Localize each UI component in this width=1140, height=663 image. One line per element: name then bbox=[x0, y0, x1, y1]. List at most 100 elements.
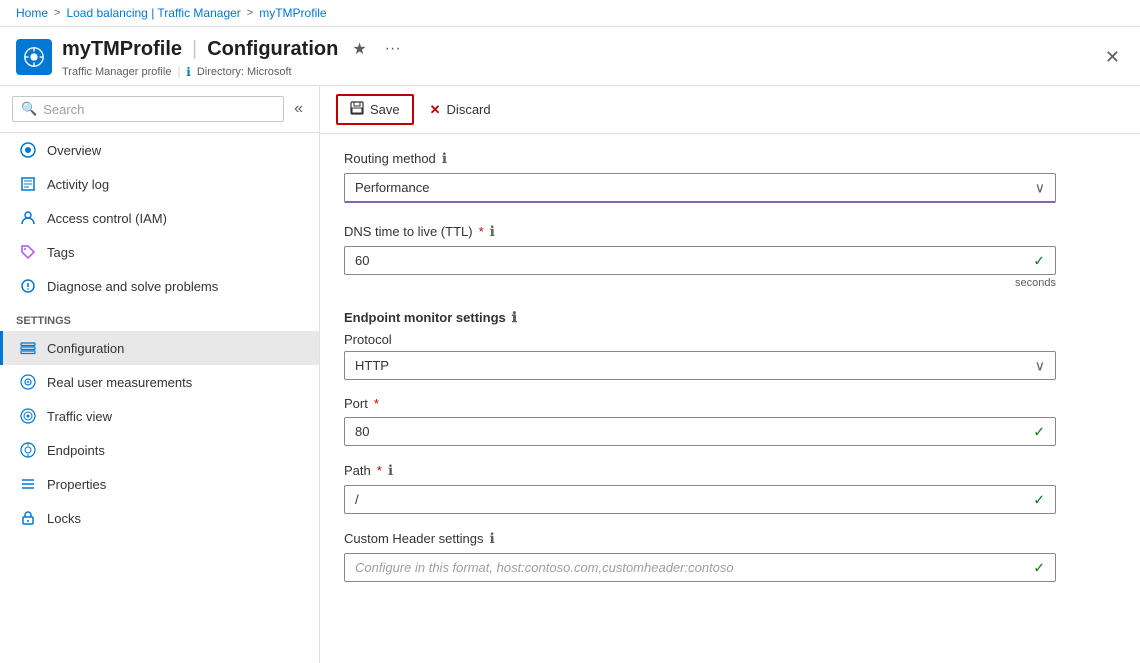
dns-ttl-group: DNS time to live (TTL) * ℹ ✓ seconds bbox=[344, 223, 1056, 289]
sidebar-item-diagnose[interactable]: Diagnose and solve problems bbox=[0, 269, 319, 303]
configuration-icon bbox=[19, 339, 37, 357]
custom-header-input-wrapper: ✓ bbox=[344, 553, 1056, 582]
locks-icon bbox=[19, 509, 37, 527]
save-icon bbox=[350, 101, 364, 118]
search-input[interactable] bbox=[43, 102, 275, 117]
sidebar-item-iam-label: Access control (IAM) bbox=[47, 211, 167, 226]
page-title-main: myTMProfile | Configuration ★ ··· bbox=[62, 35, 405, 63]
directory-info-icon: ℹ bbox=[186, 65, 191, 79]
dns-ttl-required: * bbox=[479, 224, 484, 239]
sidebar-item-properties-label: Properties bbox=[47, 477, 106, 492]
title-block: myTMProfile | Configuration ★ ··· Traffi… bbox=[62, 35, 405, 79]
sidebar-item-overview[interactable]: Overview bbox=[0, 133, 319, 167]
path-required: * bbox=[377, 463, 382, 478]
sidebar-item-diagnose-label: Diagnose and solve problems bbox=[47, 279, 218, 294]
sidebar-item-traffic-view[interactable]: Traffic view bbox=[0, 399, 319, 433]
path-label-text: Path bbox=[344, 463, 371, 478]
path-input[interactable] bbox=[345, 486, 1055, 513]
endpoint-monitor-label: Endpoint monitor settings ℹ bbox=[344, 309, 1056, 326]
properties-icon bbox=[19, 475, 37, 493]
sidebar-item-properties[interactable]: Properties bbox=[0, 467, 319, 501]
resource-name: myTMProfile bbox=[62, 38, 182, 61]
close-button[interactable]: ✕ bbox=[1101, 43, 1124, 72]
dns-ttl-info-icon[interactable]: ℹ bbox=[490, 223, 495, 240]
dns-ttl-hint: seconds bbox=[344, 277, 1056, 289]
sidebar-item-real-user[interactable]: Real user measurements bbox=[0, 365, 319, 399]
traffic-view-icon bbox=[19, 407, 37, 425]
port-label-text: Port bbox=[344, 396, 368, 411]
breadcrumb-sep2: > bbox=[247, 7, 253, 19]
endpoints-icon bbox=[19, 441, 37, 459]
custom-header-input[interactable] bbox=[345, 554, 1055, 581]
real-user-icon bbox=[19, 373, 37, 391]
endpoint-monitor-group: Endpoint monitor settings ℹ Protocol HTT… bbox=[344, 309, 1056, 582]
sidebar-nav: Overview Activity log Access control (IA… bbox=[0, 133, 319, 663]
save-label: Save bbox=[370, 102, 400, 117]
routing-method-info-icon[interactable]: ℹ bbox=[442, 150, 447, 167]
protocol-select-wrapper: HTTP HTTPS TCP ∨ bbox=[344, 351, 1056, 380]
save-button[interactable]: Save bbox=[336, 94, 414, 125]
dns-ttl-label: DNS time to live (TTL) * ℹ bbox=[344, 223, 1056, 240]
path-group: Path * ℹ ✓ bbox=[344, 462, 1056, 514]
sidebar-item-tags[interactable]: Tags bbox=[0, 235, 319, 269]
activity-log-icon bbox=[19, 175, 37, 193]
discard-icon: ✕ bbox=[430, 102, 441, 118]
sidebar: 🔍 « Overview Activity log bbox=[0, 86, 320, 663]
dns-ttl-input[interactable] bbox=[345, 247, 1055, 274]
sidebar-item-overview-label: Overview bbox=[47, 143, 101, 158]
sidebar-item-tags-label: Tags bbox=[47, 245, 74, 260]
more-button[interactable]: ··· bbox=[381, 36, 405, 62]
discard-button[interactable]: ✕ Discard bbox=[418, 97, 503, 123]
sidebar-item-endpoints-label: Endpoints bbox=[47, 443, 105, 458]
dns-ttl-check-icon: ✓ bbox=[1033, 252, 1045, 269]
breadcrumb-profile[interactable]: myTMProfile bbox=[259, 6, 326, 20]
page-subtitle: Traffic Manager profile | ℹ Directory: M… bbox=[62, 65, 405, 79]
favorite-button[interactable]: ★ bbox=[348, 35, 370, 63]
search-icon: 🔍 bbox=[21, 101, 37, 117]
header-left: myTMProfile | Configuration ★ ··· Traffi… bbox=[16, 35, 405, 79]
sidebar-item-endpoints[interactable]: Endpoints bbox=[0, 433, 319, 467]
discard-label: Discard bbox=[447, 102, 491, 117]
breadcrumb-home[interactable]: Home bbox=[16, 6, 48, 20]
sidebar-item-real-user-label: Real user measurements bbox=[47, 375, 192, 390]
sidebar-item-locks[interactable]: Locks bbox=[0, 501, 319, 535]
resource-icon bbox=[16, 39, 52, 75]
routing-method-select[interactable]: Performance Priority Weighted Geographic bbox=[345, 174, 1055, 201]
iam-icon bbox=[19, 209, 37, 227]
toolbar: Save ✕ Discard bbox=[320, 86, 1140, 134]
path-info-icon[interactable]: ℹ bbox=[388, 462, 393, 479]
breadcrumb: Home > Load balancing | Traffic Manager … bbox=[0, 0, 1140, 27]
port-input[interactable] bbox=[345, 418, 1055, 445]
breadcrumb-sep1: > bbox=[54, 7, 60, 19]
protocol-select[interactable]: HTTP HTTPS TCP bbox=[345, 352, 1055, 379]
collapse-button[interactable]: « bbox=[290, 98, 307, 120]
breadcrumb-loadbalancing[interactable]: Load balancing | Traffic Manager bbox=[66, 6, 240, 20]
port-group: Port * ✓ bbox=[344, 396, 1056, 446]
routing-method-group: Routing method ℹ Performance Priority We… bbox=[344, 150, 1056, 203]
custom-header-label: Custom Header settings ℹ bbox=[344, 530, 1056, 547]
endpoint-monitor-label-text: Endpoint monitor settings bbox=[344, 310, 506, 325]
port-label: Port * bbox=[344, 396, 1056, 411]
title-pipe: | bbox=[192, 38, 197, 61]
page-title: Configuration bbox=[207, 38, 338, 61]
search-box[interactable]: 🔍 bbox=[12, 96, 284, 122]
sidebar-item-configuration[interactable]: Configuration bbox=[0, 331, 319, 365]
path-check-icon: ✓ bbox=[1033, 491, 1045, 508]
overview-icon bbox=[19, 141, 37, 159]
tags-icon bbox=[19, 243, 37, 261]
port-check-icon: ✓ bbox=[1033, 423, 1045, 440]
custom-header-info-icon[interactable]: ℹ bbox=[489, 530, 494, 547]
dns-ttl-input-wrapper: ✓ bbox=[344, 246, 1056, 275]
search-wrapper: 🔍 « bbox=[0, 86, 319, 133]
header-actions: ✕ bbox=[1101, 43, 1124, 72]
diagnose-icon bbox=[19, 277, 37, 295]
sidebar-item-locks-label: Locks bbox=[47, 511, 81, 526]
sidebar-item-activity-log-label: Activity log bbox=[47, 177, 109, 192]
sidebar-item-iam[interactable]: Access control (IAM) bbox=[0, 201, 319, 235]
main-layout: 🔍 « Overview Activity log bbox=[0, 86, 1140, 663]
sidebar-item-activity-log[interactable]: Activity log bbox=[0, 167, 319, 201]
custom-header-check-icon: ✓ bbox=[1033, 559, 1045, 576]
endpoint-monitor-info-icon[interactable]: ℹ bbox=[512, 309, 517, 326]
sidebar-item-traffic-view-label: Traffic view bbox=[47, 409, 112, 424]
form-area: Routing method ℹ Performance Priority We… bbox=[320, 134, 1080, 618]
